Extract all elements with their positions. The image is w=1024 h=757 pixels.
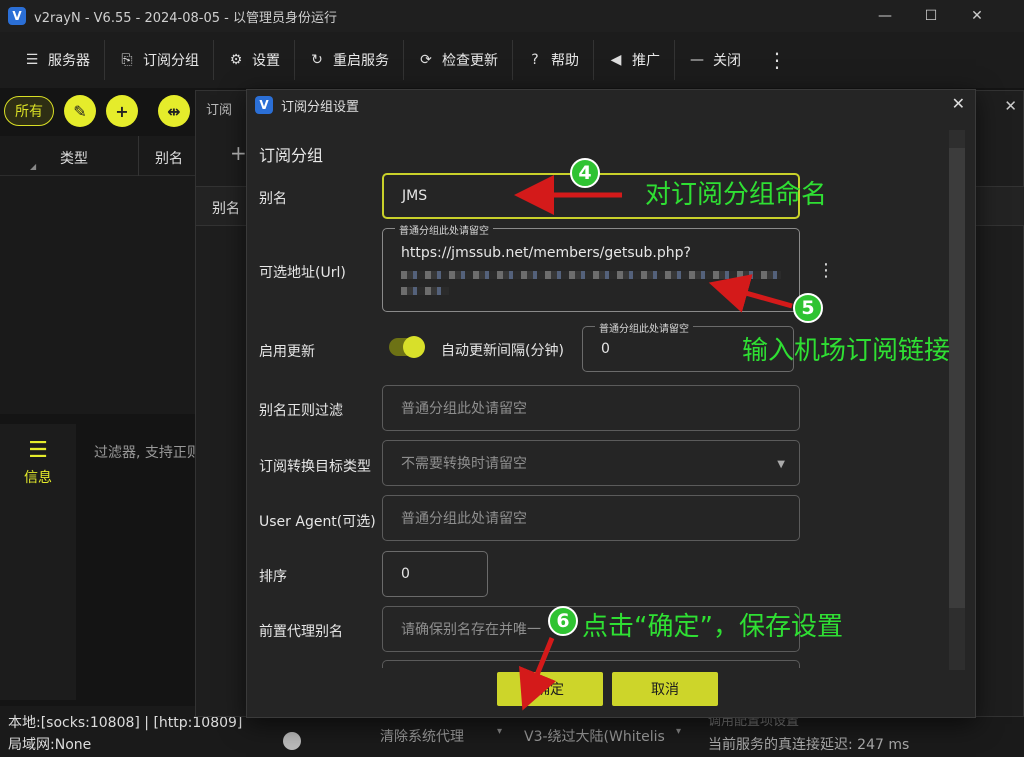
arrow-step5 — [708, 274, 793, 313]
step5-text: 输入机场订阅链接 — [742, 336, 951, 366]
step4-text: 对订阅分组命名 — [645, 180, 828, 210]
step6-text: 点击“确定”，保存设置 — [582, 612, 843, 642]
step5-badge: 5 — [793, 293, 823, 323]
arrow-step6 — [519, 637, 557, 711]
step6-badge: 6 — [548, 606, 578, 636]
annotation-arrows — [514, 175, 793, 711]
step4-badge: 4 — [570, 158, 600, 188]
